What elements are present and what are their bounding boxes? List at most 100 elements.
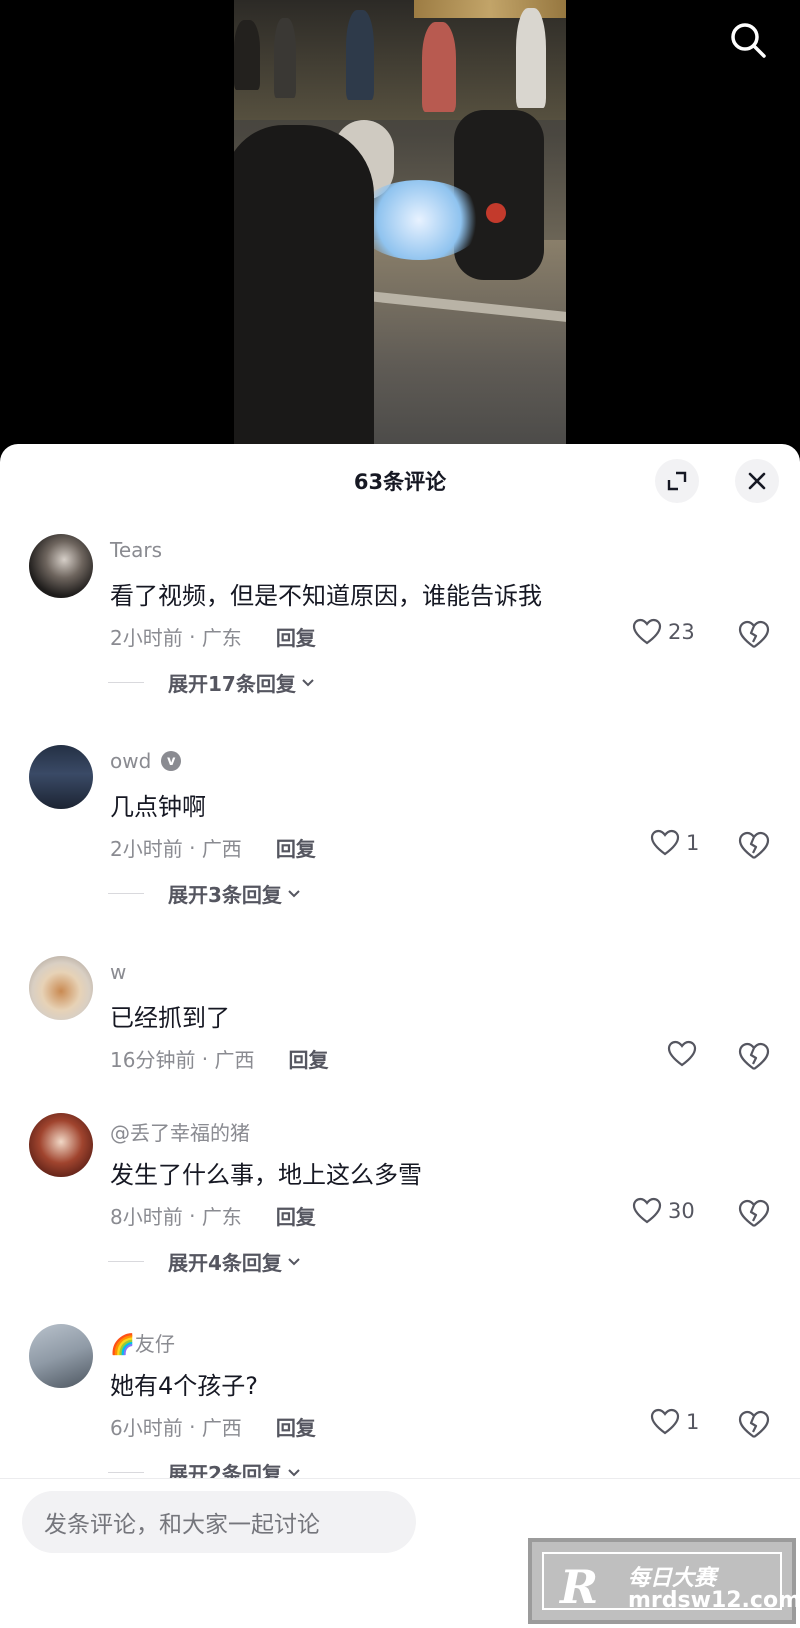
divider: [108, 893, 144, 894]
comment-location: 广西: [201, 1416, 242, 1440]
username-text: Tears: [110, 538, 163, 562]
like-button[interactable]: [667, 1040, 697, 1068]
username-text: owd: [110, 749, 152, 773]
comment-time: 16分钟前: [110, 1048, 196, 1072]
comment-meta: 2小时前 · 广东 回复: [110, 622, 316, 651]
avatar[interactable]: [29, 1324, 93, 1388]
watermark: R 每日大赛 mrdsw12.com: [528, 1538, 800, 1624]
comment-username[interactable]: owd v: [110, 749, 182, 773]
video-player[interactable]: [0, 0, 800, 450]
expand-icon: [667, 471, 687, 491]
comment-text: 已经抓到了: [110, 1004, 230, 1032]
divider: [108, 1472, 144, 1473]
avatar[interactable]: [29, 534, 93, 598]
comment-username[interactable]: @丢了幸福的猪: [110, 1117, 250, 1146]
reply-button[interactable]: 回复: [276, 622, 316, 651]
comment-time: 6小时前: [110, 1416, 183, 1440]
expand-replies-label: 展开3条回复: [168, 883, 282, 907]
broken-heart-icon[interactable]: [738, 1199, 770, 1229]
verified-badge-icon: v: [161, 751, 182, 771]
username-text: w: [110, 960, 127, 984]
avatar[interactable]: [29, 1113, 93, 1177]
comment-text: 发生了什么事，地上这么多雪: [110, 1161, 422, 1189]
comment-meta: 8小时前 · 广东 回复: [110, 1201, 316, 1230]
video-scene-taillight: [486, 203, 506, 223]
video-scene-lights: [414, 0, 566, 18]
comment-item: w 已经抓到了 16分钟前 · 广西 回复: [0, 956, 800, 1113]
username-text: @丢了幸福的猪: [110, 1121, 250, 1145]
like-button[interactable]: 30: [632, 1197, 695, 1225]
comment-username[interactable]: 🌈友仔: [110, 1328, 175, 1357]
divider: [108, 682, 144, 683]
like-count: 1: [686, 831, 700, 855]
watermark-logo: R: [560, 1560, 599, 1614]
broken-heart-icon[interactable]: [738, 831, 770, 861]
comment-sheet: 63条评论 Tears 看了视频，但是不知道原因，谁能告诉我 2小时前 · 广东: [0, 444, 800, 1628]
expand-replies-label: 展开4条回复: [168, 1251, 282, 1275]
comment-time: 8小时前: [110, 1205, 183, 1229]
like-count: 30: [668, 1199, 695, 1223]
video-scene-person: [274, 18, 296, 98]
comment-location: 广西: [214, 1048, 255, 1072]
like-count: 1: [686, 1410, 700, 1434]
comment-time: 2小时前: [110, 837, 183, 861]
broken-heart-icon[interactable]: [738, 1042, 770, 1072]
username-text: 🌈友仔: [110, 1332, 175, 1356]
reply-button[interactable]: 回复: [289, 1044, 329, 1073]
video-scene-person: [422, 22, 456, 112]
comment-input[interactable]: 发条评论，和大家一起讨论: [22, 1491, 416, 1553]
heart-icon: [650, 1408, 680, 1435]
expand-replies-button[interactable]: 展开3条回复: [108, 879, 302, 908]
chevron-down-icon: [288, 1257, 300, 1265]
like-button[interactable]: 23: [632, 618, 695, 646]
like-button[interactable]: 1: [650, 829, 699, 857]
reply-button[interactable]: 回复: [276, 1412, 316, 1441]
like-count: 23: [668, 620, 695, 644]
comment-text: 几点钟啊: [110, 793, 206, 821]
video-scene-person: [234, 20, 260, 90]
broken-heart-icon[interactable]: [738, 620, 770, 650]
chevron-down-icon: [288, 889, 300, 897]
chevron-down-icon: [302, 678, 314, 686]
expand-replies-button[interactable]: 展开4条回复: [108, 1247, 302, 1276]
comment-item: owd v 几点钟啊 2小时前 · 广西 回复 1 展开3条回复: [0, 745, 800, 956]
video-frame: [234, 0, 566, 450]
heart-icon: [650, 829, 680, 856]
comment-item: Tears 看了视频，但是不知道原因，谁能告诉我 2小时前 · 广东 回复 23…: [0, 534, 800, 745]
comment-text: 看了视频，但是不知道原因，谁能告诉我: [110, 582, 542, 610]
video-scene-person: [516, 8, 546, 108]
avatar[interactable]: [29, 956, 93, 1020]
video-scene-foreground-figure: [234, 125, 374, 450]
comment-location: 广西: [201, 837, 242, 861]
comment-input-placeholder: 发条评论，和大家一起讨论: [44, 1512, 320, 1538]
comment-username[interactable]: Tears: [110, 538, 162, 562]
reply-button[interactable]: 回复: [276, 1201, 316, 1230]
comment-meta: 16分钟前 · 广西 回复: [110, 1044, 329, 1073]
avatar[interactable]: [29, 745, 93, 809]
expand-replies-button[interactable]: 展开17条回复: [108, 668, 316, 697]
comment-item: @丢了幸福的猪 发生了什么事，地上这么多雪 8小时前 · 广东 回复 30 展开…: [0, 1113, 800, 1324]
expand-sheet-button[interactable]: [655, 459, 699, 503]
broken-heart-icon[interactable]: [738, 1410, 770, 1440]
expand-replies-label: 展开17条回复: [168, 672, 296, 696]
comment-meta: 6小时前 · 广西 回复: [110, 1412, 316, 1441]
heart-icon: [632, 618, 662, 645]
comment-time: 2小时前: [110, 626, 183, 650]
comment-location: 广东: [201, 626, 242, 650]
close-sheet-button[interactable]: [735, 459, 779, 503]
like-button[interactable]: 1: [650, 1408, 699, 1436]
search-button[interactable]: [724, 16, 772, 64]
search-icon: [731, 23, 766, 58]
comment-count-title: 63条评论: [353, 470, 447, 494]
comment-text: 她有4个孩子?: [110, 1372, 259, 1400]
comment-meta: 2小时前 · 广西 回复: [110, 833, 316, 862]
reply-button[interactable]: 回复: [276, 833, 316, 862]
comment-username[interactable]: w: [110, 960, 126, 984]
close-icon: [748, 472, 766, 490]
heart-icon: [632, 1197, 662, 1224]
comment-list[interactable]: Tears 看了视频，但是不知道原因，谁能告诉我 2小时前 · 广东 回复 23…: [0, 534, 800, 1552]
watermark-frame: R 每日大赛 mrdsw12.com: [542, 1552, 800, 1614]
comment-location: 广东: [201, 1205, 242, 1229]
sheet-header: 63条评论: [0, 444, 800, 518]
video-scene-person: [346, 10, 374, 100]
